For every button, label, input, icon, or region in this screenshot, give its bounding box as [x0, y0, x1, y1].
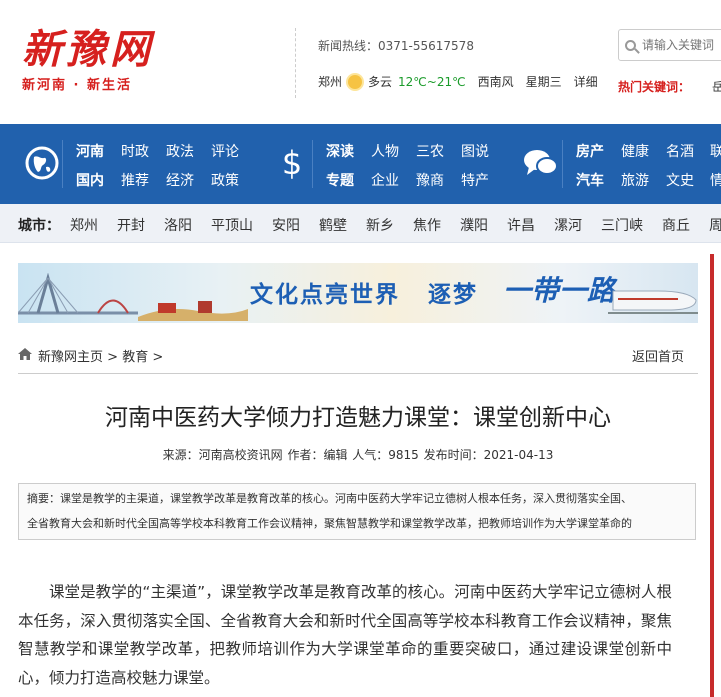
nav-separator	[62, 140, 63, 188]
search-box[interactable]	[618, 29, 721, 61]
globe-icon	[25, 146, 59, 180]
home-icon[interactable]	[18, 348, 32, 360]
article-abstract: 摘要：课堂是教学的主渠道，课堂教学改革是教育改革的核心。河南中医药大学牢记立德树…	[18, 483, 696, 540]
nav-link-sannong[interactable]: 三农	[416, 141, 444, 161]
nav-link-mingjiu[interactable]: 名酒	[666, 141, 694, 161]
city-link[interactable]: 安阳	[272, 215, 300, 235]
banner-calligraphy: 一带一路	[503, 274, 616, 307]
nav-link-zhengce[interactable]: 政策	[211, 170, 239, 190]
weather-detail-link[interactable]: 详细	[574, 73, 598, 90]
banner-headline: 文化点亮世界	[250, 282, 400, 308]
search-icon[interactable]	[625, 39, 636, 51]
weather-city: 郑州	[318, 75, 343, 89]
weather-wind: 西南风	[477, 75, 514, 89]
breadcrumb-section-link[interactable]: 教育	[122, 350, 148, 365]
nav-link-zhuanti[interactable]: 专题	[326, 170, 354, 190]
logo-wordmark: 新豫网	[22, 26, 154, 73]
chat-bubble-icon	[524, 150, 558, 175]
city-link[interactable]: 洛阳	[164, 215, 192, 235]
city-link[interactable]: 新乡	[366, 215, 394, 235]
nav-link-qiye[interactable]: 企业	[371, 170, 399, 190]
breadcrumb-trail: 新豫网主页 > 教育 >	[38, 346, 163, 365]
nav-link-tushuo[interactable]: 图说	[461, 141, 489, 161]
city-link[interactable]: 平顶山	[211, 215, 253, 235]
svg-text:$: $	[282, 144, 302, 182]
city-link[interactable]: 郑州	[70, 215, 98, 235]
city-link[interactable]: 漯河	[554, 215, 582, 235]
nav-link-renwu[interactable]: 人物	[371, 141, 399, 161]
site-logo[interactable]: 新豫网 新河南 · 新生活	[22, 26, 202, 94]
banner-subheadline: 逐梦	[428, 282, 478, 308]
article-body-paragraph: 课堂是教学的“主渠道”，课堂教学改革是教育改革的核心。河南中医药大学牢记立德树人…	[18, 583, 672, 687]
nav-link-yushang[interactable]: 豫商	[416, 170, 444, 190]
hot-keywords-label: 热门关键词：	[618, 80, 691, 94]
breadcrumb-separator: >	[152, 350, 164, 365]
article-meta: 来源：河南高校资讯网 作者：编辑 人气：9815 发布时间：2021-04-13	[162, 448, 554, 462]
high-speed-train-illustration	[608, 290, 698, 314]
city-link[interactable]: 焦作	[413, 215, 441, 235]
nav-separator	[562, 140, 563, 188]
logo-slogan: 新河南 · 新生活	[22, 78, 132, 93]
city-link[interactable]: 濮阳	[460, 215, 488, 235]
nav-link-tuijian[interactable]: 推荐	[121, 170, 149, 190]
partly-cloudy-icon	[348, 74, 363, 89]
abstract-line: 摘要：课堂是教学的主渠道，课堂教学改革是教育改革的核心。河南中医药大学牢记立德树…	[27, 492, 632, 505]
nav-link-qing[interactable]: 情	[710, 170, 721, 190]
city-link[interactable]: 三门峡	[601, 215, 643, 235]
search-input[interactable]	[640, 37, 721, 53]
nav-separator	[312, 140, 313, 188]
nav-link-jingji[interactable]: 经济	[166, 170, 194, 190]
breadcrumb: 新豫网主页 > 教育 > 返回首页	[18, 345, 698, 374]
sidebar-edge	[710, 254, 714, 697]
nav-link-shendu[interactable]: 深读	[326, 141, 354, 161]
city-link[interactable]: 许昌	[507, 215, 535, 235]
city-link[interactable]: 商丘	[662, 215, 690, 235]
header-divider	[295, 28, 297, 98]
nav-link-wenshi[interactable]: 文史	[666, 170, 694, 190]
weather-condition: 多云	[368, 75, 393, 89]
nav-link-techan[interactable]: 特产	[461, 170, 489, 190]
main-nav: 河南 时政 政法 评论 国内 推荐 经济 政策 $ 深读 人物 三农 图说 专题…	[0, 124, 721, 204]
nav-link-shizheng[interactable]: 时政	[121, 141, 149, 161]
news-hotline: 新闻热线：0371-55617578	[318, 39, 474, 53]
nav-link-pinglun[interactable]: 评论	[211, 141, 239, 161]
camel-caravan-illustration	[138, 301, 248, 321]
article-title: 河南中医药大学倾力打造魅力课堂：课堂创新中心	[105, 405, 611, 431]
nav-link-jiankang[interactable]: 健康	[621, 141, 649, 161]
city-link[interactable]: 鹤壁	[319, 215, 347, 235]
nav-link-guonei[interactable]: 国内	[76, 170, 104, 190]
breadcrumb-home-link[interactable]: 新豫网主页	[38, 350, 103, 365]
city-link[interactable]: 周	[709, 215, 721, 235]
weather-day: 星期三	[525, 75, 562, 89]
nav-link-lian[interactable]: 联	[710, 141, 721, 161]
city-label: 城市：	[18, 218, 60, 234]
nav-link-zhengfa[interactable]: 政法	[166, 141, 194, 161]
nav-link-lvyou[interactable]: 旅游	[621, 170, 649, 190]
nav-link-henan[interactable]: 河南	[76, 141, 104, 161]
bridge-illustration	[18, 273, 138, 315]
city-link[interactable]: 开封	[117, 215, 145, 235]
weather-temperature: 12℃~21℃	[398, 74, 466, 89]
weather-widget: 郑州 多云 12℃~21℃ 西南风 星期三 详细	[318, 73, 598, 90]
city-bar: 城市： 郑州 开封 洛阳 平顶山 安阳 鹤壁 新乡 焦作 濮阳 许昌 漯河 三门…	[0, 204, 721, 243]
nav-link-fangchan[interactable]: 房产	[576, 141, 604, 161]
hot-keyword-link[interactable]: 岳	[712, 78, 721, 95]
breadcrumb-separator: >	[107, 350, 119, 365]
dollar-icon: $	[282, 144, 302, 182]
nav-link-qiche[interactable]: 汽车	[576, 170, 604, 190]
back-home-link[interactable]: 返回首页	[632, 346, 684, 365]
abstract-line: 全省教育大会和新时代全国高等学校本科教育工作会议精神，聚焦智慧教学和课堂教学改革…	[27, 517, 632, 530]
banner-ad[interactable]: 文化点亮世界 逐梦 一带一路	[18, 263, 698, 323]
